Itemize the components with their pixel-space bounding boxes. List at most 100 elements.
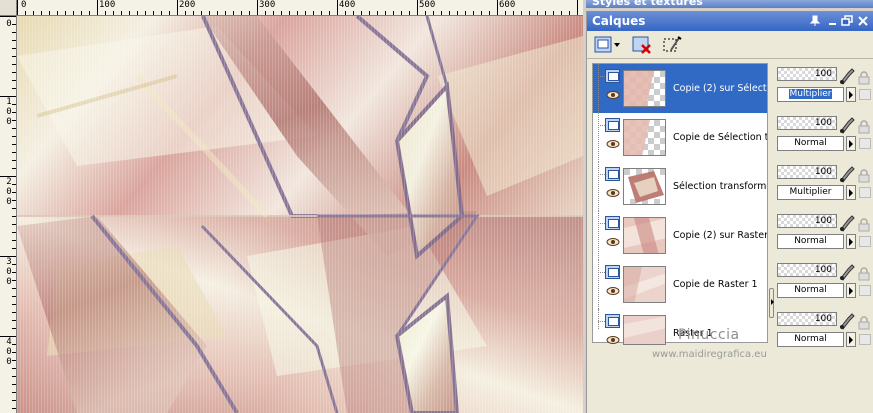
raster-layer-icon bbox=[605, 118, 620, 132]
ruler-left-label: 0 bbox=[6, 277, 12, 287]
opacity-slider[interactable]: 100 bbox=[777, 214, 837, 228]
ruler-top-label: 600 bbox=[499, 0, 516, 10]
ruler-left-label: 0 bbox=[6, 117, 12, 127]
layer-props-1: 100 Normal bbox=[774, 112, 873, 161]
visibility-eye-icon[interactable] bbox=[606, 237, 620, 247]
layers-toolbar bbox=[587, 31, 873, 59]
blend-mode-arrow-button[interactable] bbox=[846, 136, 856, 151]
blend-mode-select[interactable]: Normal bbox=[777, 234, 844, 249]
opacity-value: 100 bbox=[814, 69, 832, 79]
blend-mode-arrow-button[interactable] bbox=[846, 234, 856, 249]
styles-palette-titlebar[interactable]: Styles et textures bbox=[586, 0, 873, 8]
blend-mode-select[interactable]: Multiplier bbox=[777, 87, 844, 102]
layer-row-copie-2-sur-raster-1[interactable]: Copie (2) sur Raster 1 bbox=[593, 211, 767, 260]
blend-mode-arrow-button[interactable] bbox=[846, 283, 856, 298]
layer-row-copie-de-raster-1[interactable]: Copie de Raster 1 bbox=[593, 260, 767, 309]
lock-icon[interactable] bbox=[857, 169, 871, 183]
lock-icon[interactable] bbox=[857, 71, 871, 85]
watermark-site: www.maidiregrafica.eu bbox=[652, 349, 767, 360]
tree-line bbox=[598, 174, 605, 175]
raster-layer-icon bbox=[605, 216, 620, 230]
ruler-left-label: 0 bbox=[6, 107, 12, 117]
mask-toggle-icon[interactable] bbox=[859, 285, 871, 296]
layer-props-0: 100 Multiplier bbox=[774, 63, 873, 112]
raster-layer-icon bbox=[605, 314, 620, 328]
restore-icon[interactable] bbox=[841, 15, 853, 27]
document-window: 0 100 200 300 400 500 600 0 1 0 0 2 0 0 … bbox=[0, 0, 583, 413]
layers-palette-titlebar[interactable]: Calques bbox=[587, 11, 873, 31]
opacity-value: 100 bbox=[814, 216, 832, 226]
layer-row-copie-de-selection[interactable]: Copie de Sélection tran bbox=[593, 113, 767, 162]
brush-link-icon[interactable] bbox=[838, 263, 856, 281]
layer-name: Copie (2) sur Sélection bbox=[673, 83, 767, 94]
visibility-eye-icon[interactable] bbox=[606, 335, 620, 345]
opacity-slider[interactable]: 100 bbox=[777, 116, 837, 130]
tree-line bbox=[598, 223, 605, 224]
ruler-left-label: 3 bbox=[6, 257, 12, 267]
tree-line bbox=[598, 272, 605, 273]
visibility-eye-icon[interactable] bbox=[606, 139, 620, 149]
lock-icon[interactable] bbox=[857, 218, 871, 232]
brush-link-icon[interactable] bbox=[838, 67, 856, 85]
blend-mode-select[interactable]: Normal bbox=[777, 136, 844, 151]
blend-mode-value: Normal bbox=[794, 236, 827, 246]
brush-link-icon[interactable] bbox=[838, 165, 856, 183]
layer-name: Sélection transformée bbox=[673, 181, 767, 192]
layer-list: Copie (2) sur Sélection Copie de Sélecti… bbox=[592, 63, 768, 345]
blend-mode-value: Multiplier bbox=[788, 89, 833, 99]
lock-icon[interactable] bbox=[857, 267, 871, 281]
minimize-icon[interactable] bbox=[827, 15, 839, 27]
pin-icon[interactable] bbox=[809, 15, 821, 27]
layer-row-selection-transformee[interactable]: Sélection transformée bbox=[593, 162, 767, 211]
opacity-slider[interactable]: 100 bbox=[777, 263, 837, 277]
blend-mode-value: Multiplier bbox=[789, 187, 832, 197]
layer-properties-column: 100 Multiplier 100 Normal 100 Multiplier… bbox=[774, 63, 873, 353]
delete-layer-icon[interactable] bbox=[631, 35, 653, 55]
opacity-slider[interactable]: 100 bbox=[777, 312, 837, 326]
opacity-slider[interactable]: 100 bbox=[777, 67, 837, 81]
blend-mode-arrow-button[interactable] bbox=[846, 185, 856, 200]
blend-mode-select[interactable]: Multiplier bbox=[777, 185, 844, 200]
brush-link-icon[interactable] bbox=[838, 116, 856, 134]
blend-mode-select[interactable]: Normal bbox=[777, 283, 844, 298]
vertical-ruler[interactable]: 0 1 0 0 2 0 0 3 0 0 4 0 0 bbox=[0, 16, 17, 413]
edit-selection-icon[interactable] bbox=[661, 35, 683, 55]
visibility-eye-icon[interactable] bbox=[606, 90, 620, 100]
mask-toggle-icon[interactable] bbox=[859, 236, 871, 247]
opacity-value: 100 bbox=[814, 265, 832, 275]
ruler-corner bbox=[0, 0, 17, 16]
mask-toggle-icon[interactable] bbox=[859, 187, 871, 198]
ruler-left-label: 4 bbox=[6, 337, 12, 347]
blend-mode-value: Normal bbox=[794, 138, 827, 148]
ruler-top-label: 200 bbox=[179, 0, 196, 10]
ruler-top-label: 300 bbox=[259, 0, 276, 10]
visibility-eye-icon[interactable] bbox=[606, 188, 620, 198]
lock-icon[interactable] bbox=[857, 120, 871, 134]
ruler-left-label: 0 bbox=[6, 267, 12, 277]
opacity-value: 100 bbox=[814, 118, 832, 128]
tree-line bbox=[598, 76, 605, 77]
mask-toggle-icon[interactable] bbox=[859, 89, 871, 100]
layer-thumbnail bbox=[623, 217, 666, 254]
layer-thumbnail bbox=[623, 70, 666, 107]
ruler-left-label: 0 bbox=[6, 19, 12, 29]
watermark: Pinuccia www.maidiregrafica.eu bbox=[652, 327, 873, 367]
ruler-left-label: 0 bbox=[6, 357, 12, 367]
new-layer-dropdown-button[interactable] bbox=[593, 35, 621, 55]
brush-link-icon[interactable] bbox=[838, 214, 856, 232]
mask-toggle-icon[interactable] bbox=[859, 138, 871, 149]
ruler-left-label: 0 bbox=[6, 347, 12, 357]
blend-mode-arrow-button[interactable] bbox=[846, 87, 856, 102]
ruler-left-label: 1 bbox=[6, 97, 12, 107]
close-icon[interactable] bbox=[857, 15, 869, 27]
layer-thumbnail bbox=[623, 119, 666, 156]
layers-palette-title: Calques bbox=[592, 14, 646, 28]
opacity-value: 100 bbox=[814, 314, 832, 324]
layer-row-copie-2-sur-selection[interactable]: Copie (2) sur Sélection bbox=[593, 64, 767, 113]
visibility-eye-icon[interactable] bbox=[606, 286, 620, 296]
ruler-top-label: 100 bbox=[99, 0, 116, 10]
horizontal-ruler[interactable]: 0 100 200 300 400 500 600 bbox=[17, 0, 583, 16]
image-canvas[interactable] bbox=[17, 16, 583, 413]
opacity-slider[interactable]: 100 bbox=[777, 165, 837, 179]
tree-line bbox=[598, 162, 599, 211]
